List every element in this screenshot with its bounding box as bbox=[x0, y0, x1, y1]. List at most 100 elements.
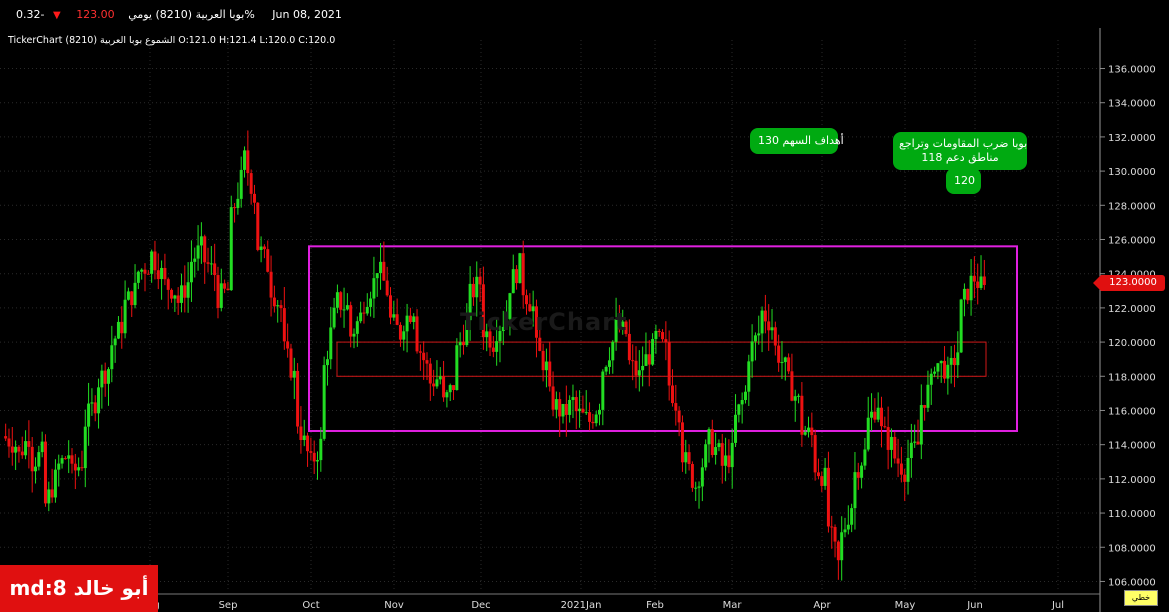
candle-up bbox=[379, 261, 383, 274]
watermark: TickerChart bbox=[460, 308, 628, 336]
candle-down bbox=[647, 354, 651, 365]
candle-up bbox=[239, 169, 243, 199]
candle-down bbox=[478, 276, 482, 285]
author-badge: md:8 أبو خالد bbox=[0, 565, 158, 612]
candle-up bbox=[236, 198, 240, 208]
candle-up bbox=[743, 391, 747, 401]
candle-up bbox=[316, 460, 320, 462]
candle-up bbox=[717, 443, 721, 448]
candle-up bbox=[760, 310, 764, 334]
candle-down bbox=[461, 342, 465, 346]
candle-up bbox=[186, 282, 190, 298]
candle-down bbox=[252, 193, 256, 203]
candle-up bbox=[594, 414, 598, 424]
candle-up bbox=[956, 352, 960, 366]
candle-up bbox=[933, 371, 937, 374]
candle-down bbox=[146, 273, 150, 275]
candle-down bbox=[471, 283, 475, 298]
candle-up bbox=[714, 447, 718, 455]
candle-down bbox=[388, 295, 392, 318]
candle-down bbox=[153, 251, 157, 271]
candle-down bbox=[272, 297, 276, 307]
candle-down bbox=[183, 285, 187, 298]
x-tick-label: Nov bbox=[384, 600, 404, 611]
candle-up bbox=[57, 463, 61, 470]
zone-inner bbox=[336, 341, 987, 377]
candle-up bbox=[644, 354, 648, 366]
candle-up bbox=[160, 267, 164, 280]
candle-down bbox=[763, 310, 767, 322]
candle-up bbox=[97, 387, 101, 414]
candle-down bbox=[899, 463, 903, 475]
candle-down bbox=[17, 446, 21, 452]
candle-down bbox=[428, 363, 432, 384]
candle-down bbox=[627, 333, 631, 361]
candle-up bbox=[229, 207, 233, 291]
candle-down bbox=[670, 385, 674, 404]
candle-up bbox=[578, 408, 582, 412]
candle-down bbox=[226, 288, 230, 291]
symbol-name[interactable]: بوبا العربية (8210) bbox=[156, 8, 245, 21]
candle-up bbox=[67, 455, 71, 459]
candle-down bbox=[591, 421, 595, 424]
candle-up bbox=[196, 245, 200, 259]
candle-up bbox=[276, 305, 280, 307]
candle-up bbox=[438, 376, 442, 380]
candle-down bbox=[382, 261, 386, 281]
candle-up bbox=[53, 469, 57, 498]
candle-up bbox=[607, 360, 611, 367]
scale-toggle-button[interactable]: خطي bbox=[1124, 590, 1158, 606]
y-tick-label: 110.0000 bbox=[1108, 509, 1156, 520]
candle-up bbox=[342, 309, 346, 311]
target-annotation[interactable]: أهداف السهم 130 bbox=[750, 128, 844, 154]
candle-down bbox=[548, 361, 552, 387]
candle-down bbox=[800, 395, 804, 435]
candle-down bbox=[574, 397, 578, 412]
candle-down bbox=[349, 305, 353, 337]
candle-down bbox=[103, 370, 107, 384]
candle-down bbox=[418, 351, 422, 353]
candle-down bbox=[249, 173, 253, 194]
candle-down bbox=[80, 467, 84, 469]
candle-up bbox=[40, 441, 44, 453]
candle-up bbox=[133, 282, 137, 306]
candle-up bbox=[803, 432, 807, 435]
support-annotation[interactable]: 120 bbox=[946, 168, 981, 194]
candle-up bbox=[83, 426, 87, 469]
candle-down bbox=[952, 357, 956, 366]
candle-up bbox=[77, 467, 81, 471]
candle-down bbox=[233, 207, 237, 209]
candle-up bbox=[700, 467, 704, 487]
price-chart[interactable]: 106.0000 108.0000 110.0000 112.0000 114.0000… bbox=[0, 0, 1169, 612]
candle-down bbox=[873, 411, 877, 420]
candle-up bbox=[544, 361, 548, 371]
support-label: 120 bbox=[954, 174, 975, 187]
candle-down bbox=[299, 426, 303, 441]
x-tick-label: Apr bbox=[813, 600, 831, 611]
candle-down bbox=[286, 341, 290, 349]
candle-up bbox=[37, 452, 41, 467]
candle-down bbox=[551, 386, 555, 410]
candle-down bbox=[982, 276, 986, 285]
candle-down bbox=[282, 308, 286, 342]
candle-down bbox=[203, 236, 207, 263]
candle-down bbox=[515, 269, 519, 284]
candle-up bbox=[173, 295, 177, 299]
candle-up bbox=[302, 435, 306, 441]
candle-down bbox=[896, 458, 900, 464]
candle-up bbox=[780, 362, 784, 364]
candle-down bbox=[289, 348, 293, 378]
candle-up bbox=[750, 341, 754, 362]
candle-down bbox=[667, 342, 671, 386]
resistance-annotation[interactable]: بوبا ضرب المقاومات وتراجع مناطق دعم 118 bbox=[893, 132, 1027, 170]
candle-down bbox=[63, 458, 67, 460]
resistance-line2: مناطق دعم 118 bbox=[921, 151, 999, 164]
candle-up bbox=[14, 446, 18, 453]
timeframe-label[interactable]: يومي bbox=[128, 8, 152, 21]
candle-down bbox=[727, 455, 731, 468]
x-tick-label: Jun bbox=[966, 600, 983, 611]
candle-up bbox=[969, 275, 973, 301]
candle-up bbox=[850, 508, 854, 525]
candle-up bbox=[684, 452, 688, 463]
candle-up bbox=[47, 489, 51, 504]
